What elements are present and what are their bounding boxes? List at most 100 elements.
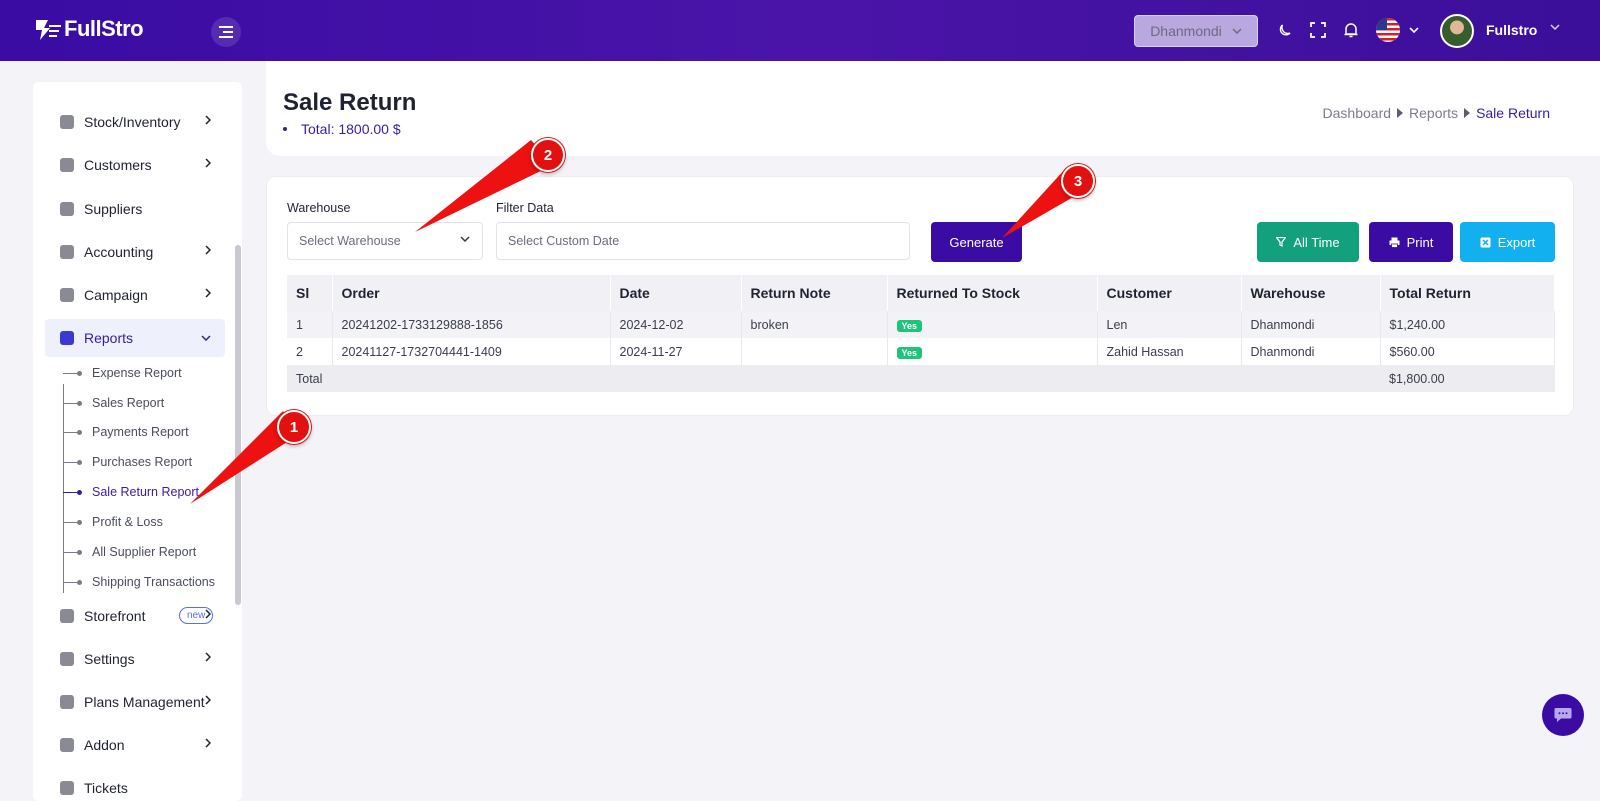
sidebar-item-label: Settings bbox=[84, 651, 135, 667]
sidebar-item-label: Tickets bbox=[84, 780, 128, 796]
warehouse-label: Warehouse bbox=[287, 201, 351, 215]
breadcrumb-separator-icon bbox=[1397, 108, 1404, 118]
page-header: Sale Return Total: 1800.00 $ Dashboard R… bbox=[266, 61, 1600, 156]
annotation-marker-3: 3 bbox=[1061, 164, 1095, 198]
sidebar-item-label: Campaign bbox=[84, 287, 148, 303]
breadcrumb: Dashboard Reports Sale Return bbox=[1323, 105, 1550, 121]
fullscreen-icon[interactable] bbox=[1308, 20, 1328, 40]
sidebar-item-label: Addon bbox=[84, 737, 125, 753]
report-icon bbox=[60, 331, 74, 345]
sidebar-item-accounting[interactable]: Accounting bbox=[45, 233, 225, 271]
bell-icon[interactable] bbox=[1341, 20, 1361, 40]
breadcrumb-reports[interactable]: Reports bbox=[1409, 105, 1458, 121]
generate-button[interactable]: Generate bbox=[931, 222, 1022, 262]
chevron-right-icon bbox=[205, 652, 211, 662]
branch-select[interactable]: Dhanmondi bbox=[1134, 15, 1258, 47]
sidebar-item-stock-inventory[interactable]: Stock/Inventory bbox=[45, 103, 225, 141]
column-header-date: Date bbox=[610, 275, 742, 311]
column-header-returned-to-stock: Returned To Stock bbox=[887, 275, 1098, 311]
sidebar-item-suppliers[interactable]: Suppliers bbox=[45, 190, 225, 228]
submenu-item-sale-return-report[interactable]: Sale Return Report bbox=[63, 482, 199, 502]
sidebar-item-reports[interactable]: Reports bbox=[45, 319, 225, 357]
all-time-button[interactable]: All Time bbox=[1257, 222, 1359, 262]
sidebar-item-tickets[interactable]: Tickets bbox=[45, 769, 225, 801]
page-title: Sale Return bbox=[283, 89, 417, 116]
chevron-right-icon bbox=[205, 158, 211, 168]
cell-warehouse: Dhanmondi bbox=[1241, 311, 1381, 338]
total-label: Total bbox=[287, 365, 1380, 392]
gear-icon bbox=[60, 652, 74, 666]
annotation-marker-2: 2 bbox=[531, 138, 565, 172]
column-header-customer: Customer bbox=[1097, 275, 1242, 311]
breadcrumb-dashboard[interactable]: Dashboard bbox=[1323, 105, 1392, 121]
sidebar-item-plans-management[interactable]: Plans Management bbox=[45, 683, 225, 721]
sidebar-item-storefront[interactable]: Storefront new bbox=[45, 597, 225, 635]
submenu-item-purchases-report[interactable]: Purchases Report bbox=[63, 452, 192, 472]
username[interactable]: Fullstro bbox=[1486, 22, 1537, 38]
sidebar-item-customers[interactable]: Customers bbox=[45, 146, 225, 184]
export-button[interactable]: Export bbox=[1460, 222, 1555, 262]
cell-date: 2024-12-02 bbox=[610, 311, 742, 338]
submenu-item-profit-loss[interactable]: Profit & Loss bbox=[63, 512, 163, 532]
cell-customer: Zahid Hassan bbox=[1097, 338, 1242, 365]
annotation-marker-1: 1 bbox=[277, 410, 311, 444]
cell-sl: 1 bbox=[287, 311, 333, 338]
submenu-item-expense-report[interactable]: Expense Report bbox=[63, 363, 182, 383]
custom-date-placeholder: Select Custom Date bbox=[508, 234, 620, 248]
sidebar-item-label: Accounting bbox=[84, 244, 154, 260]
language-chevron-down-icon[interactable] bbox=[1404, 20, 1424, 40]
avatar[interactable] bbox=[1440, 14, 1474, 48]
custom-date-input[interactable]: Select Custom Date bbox=[496, 222, 910, 260]
sidebar-item-settings[interactable]: Settings bbox=[45, 640, 225, 678]
ledger-icon bbox=[60, 245, 74, 259]
submenu-item-shipping-transactions[interactable]: Shipping Transactions bbox=[63, 572, 215, 592]
submenu-item-payments-report[interactable]: Payments Report bbox=[63, 422, 189, 442]
app-logo[interactable]: FullStro bbox=[32, 16, 144, 42]
menu-toggle-button[interactable] bbox=[211, 17, 241, 47]
submenu-item-all-supplier-report[interactable]: All Supplier Report bbox=[63, 542, 196, 562]
table-row: 1 20241202-1733129888-1856 2024-12-02 br… bbox=[287, 311, 1555, 338]
column-header-sl: Sl bbox=[287, 275, 333, 311]
print-button[interactable]: Print bbox=[1369, 222, 1453, 262]
generate-button-label: Generate bbox=[949, 234, 1004, 250]
chevron-down-icon bbox=[201, 335, 211, 341]
column-header-order: Order bbox=[332, 275, 611, 311]
table-header-row: Sl Order Date Return Note Returned To St… bbox=[287, 275, 1555, 311]
user-menu-chevron-down-icon[interactable] bbox=[1550, 24, 1560, 30]
moon-icon[interactable] bbox=[1275, 20, 1295, 40]
chevron-right-icon bbox=[205, 115, 211, 125]
sidebar-item-campaign[interactable]: Campaign bbox=[45, 276, 225, 314]
breadcrumb-current: Sale Return bbox=[1476, 105, 1550, 121]
cell-total-return: $1,240.00 bbox=[1380, 311, 1555, 338]
cell-total-return: $560.00 bbox=[1380, 338, 1555, 365]
top-navbar: FullStro Dhanmondi Fullstro bbox=[0, 0, 1600, 61]
filter-data-label: Filter Data bbox=[496, 201, 554, 215]
submenu-item-sales-report[interactable]: Sales Report bbox=[63, 393, 164, 413]
cell-sl: 2 bbox=[287, 338, 333, 365]
sidebar-item-addon[interactable]: Addon bbox=[45, 726, 225, 764]
gear-icon bbox=[60, 609, 74, 623]
cell-return-note bbox=[741, 338, 888, 365]
warehouse-select[interactable]: Select Warehouse bbox=[287, 222, 483, 260]
chevron-right-icon bbox=[205, 695, 211, 705]
all-time-button-label: All Time bbox=[1293, 234, 1340, 250]
ticket-icon bbox=[60, 781, 74, 795]
branch-select-value: Dhanmondi bbox=[1150, 23, 1222, 39]
us-flag-icon[interactable] bbox=[1376, 18, 1400, 42]
chat-button[interactable] bbox=[1542, 694, 1584, 736]
sidebar-scrollbar[interactable] bbox=[235, 245, 241, 605]
sidebar-item-label: Reports bbox=[84, 330, 134, 346]
total-value: $1,800.00 bbox=[1380, 365, 1555, 392]
table-total-row: Total $1,800.00 bbox=[287, 365, 1555, 392]
yes-badge: Yes bbox=[896, 319, 923, 332]
filter-icon bbox=[1276, 237, 1287, 247]
campaign-icon bbox=[60, 288, 74, 302]
sale-return-table: Sl Order Date Return Note Returned To St… bbox=[287, 275, 1555, 392]
chevron-right-icon bbox=[205, 738, 211, 748]
warehouse-select-placeholder: Select Warehouse bbox=[299, 234, 401, 248]
sidebar-item-label: Stock/Inventory bbox=[84, 114, 181, 130]
logo-mark-icon bbox=[36, 20, 61, 40]
sidebar-item-label: Customers bbox=[84, 157, 152, 173]
print-button-label: Print bbox=[1406, 234, 1434, 250]
chevron-down-icon bbox=[1232, 28, 1242, 34]
